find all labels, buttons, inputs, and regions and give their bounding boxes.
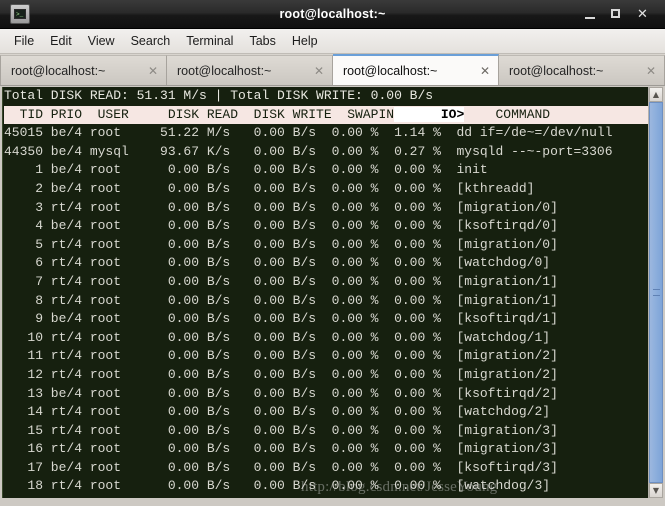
tab-close-icon[interactable]: ✕ — [480, 64, 490, 78]
table-row[interactable]: 13 be/4 root 0.00 B/s 0.00 B/s 0.00 % 0.… — [4, 385, 648, 404]
terminal-icon: >_ — [10, 4, 30, 24]
maximize-button[interactable] — [610, 8, 623, 21]
table-row[interactable]: 18 rt/4 root 0.00 B/s 0.00 B/s 0.00 % 0.… — [4, 477, 648, 496]
tabbar: root@localhost:~ ✕ root@localhost:~ ✕ ro… — [0, 54, 665, 86]
table-row[interactable]: 6 rt/4 root 0.00 B/s 0.00 B/s 0.00 % 0.0… — [4, 254, 648, 273]
minimize-button[interactable] — [584, 8, 597, 21]
table-row[interactable]: 17 be/4 root 0.00 B/s 0.00 B/s 0.00 % 0.… — [4, 459, 648, 478]
tab-2[interactable]: root@localhost:~ ✕ — [167, 55, 333, 85]
menu-tabs[interactable]: Tabs — [241, 32, 283, 50]
menu-search[interactable]: Search — [123, 32, 179, 50]
table-row[interactable]: 1 be/4 root 0.00 B/s 0.00 B/s 0.00 % 0.0… — [4, 161, 648, 180]
table-row[interactable]: 7 rt/4 root 0.00 B/s 0.00 B/s 0.00 % 0.0… — [4, 273, 648, 292]
tab-3[interactable]: root@localhost:~ ✕ — [333, 54, 499, 85]
tab-close-icon[interactable]: ✕ — [646, 64, 656, 78]
iotop-process-list: 45015 be/4 root 51.22 M/s 0.00 B/s 0.00 … — [4, 124, 648, 498]
table-row[interactable]: 9 be/4 root 0.00 B/s 0.00 B/s 0.00 % 0.0… — [4, 310, 648, 329]
tab-close-icon[interactable]: ✕ — [314, 64, 324, 78]
menu-file[interactable]: File — [6, 32, 42, 50]
scrollbar-grip — [652, 289, 660, 296]
close-icon[interactable]: ✕ — [636, 8, 649, 21]
tab-label: root@localhost:~ — [343, 63, 438, 78]
terminal-output[interactable]: Total DISK READ: 51.31 M/s | Total DISK … — [2, 87, 648, 498]
table-row[interactable]: 5 rt/4 root 0.00 B/s 0.00 B/s 0.00 % 0.0… — [4, 236, 648, 255]
table-row[interactable]: 10 rt/4 root 0.00 B/s 0.00 B/s 0.00 % 0.… — [4, 329, 648, 348]
terminal-window: >_ root@localhost:~ ✕ File Edit View Sea… — [0, 0, 665, 506]
window-title: root@localhost:~ — [279, 7, 386, 21]
table-row[interactable]: 2 be/4 root 0.00 B/s 0.00 B/s 0.00 % 0.0… — [4, 180, 648, 199]
table-row[interactable]: 12 rt/4 root 0.00 B/s 0.00 B/s 0.00 % 0.… — [4, 366, 648, 385]
scrollbar-track[interactable] — [649, 102, 663, 483]
tab-label: root@localhost:~ — [177, 63, 272, 78]
terminal-area: Total DISK READ: 51.31 M/s | Total DISK … — [0, 86, 665, 501]
menu-view[interactable]: View — [80, 32, 123, 50]
table-row[interactable]: 11 rt/4 root 0.00 B/s 0.00 B/s 0.00 % 0.… — [4, 347, 648, 366]
iotop-column-header[interactable]: TID PRIO USER DISK READ DISK WRITE SWAPI… — [4, 105, 648, 125]
table-row[interactable]: 44350 be/4 mysql 93.67 K/s 0.00 B/s 0.00… — [4, 143, 648, 162]
table-row[interactable]: 16 rt/4 root 0.00 B/s 0.00 B/s 0.00 % 0.… — [4, 440, 648, 459]
table-row[interactable]: 15 rt/4 root 0.00 B/s 0.00 B/s 0.00 % 0.… — [4, 422, 648, 441]
scrollbar-thumb[interactable] — [649, 102, 663, 483]
scroll-down-button[interactable]: ▼ — [649, 483, 663, 498]
tab-close-icon[interactable]: ✕ — [148, 64, 158, 78]
table-row[interactable]: 19 be/4 root 0.00 B/s 0.00 B/s 0.00 % 0.… — [4, 496, 648, 498]
titlebar: >_ root@localhost:~ ✕ — [0, 0, 665, 29]
tab-1[interactable]: root@localhost:~ ✕ — [0, 55, 167, 85]
table-row[interactable]: 14 rt/4 root 0.00 B/s 0.00 B/s 0.00 % 0.… — [4, 403, 648, 422]
window-controls: ✕ — [584, 8, 659, 21]
tab-label: root@localhost:~ — [509, 63, 604, 78]
iotop-status-line: Total DISK READ: 51.31 M/s | Total DISK … — [4, 88, 434, 103]
menu-terminal[interactable]: Terminal — [178, 32, 241, 50]
tab-label: root@localhost:~ — [11, 63, 106, 78]
tab-4[interactable]: root@localhost:~ ✕ — [499, 55, 665, 85]
table-row[interactable]: 8 rt/4 root 0.00 B/s 0.00 B/s 0.00 % 0.0… — [4, 292, 648, 311]
menu-edit[interactable]: Edit — [42, 32, 80, 50]
table-row[interactable]: 45015 be/4 root 51.22 M/s 0.00 B/s 0.00 … — [4, 124, 648, 143]
menu-help[interactable]: Help — [284, 32, 326, 50]
table-row[interactable]: 3 rt/4 root 0.00 B/s 0.00 B/s 0.00 % 0.0… — [4, 199, 648, 218]
sort-column-indicator[interactable]: IO> — [394, 106, 465, 122]
terminal-scrollbar[interactable]: ▲ ▼ — [648, 87, 663, 498]
scroll-up-button[interactable]: ▲ — [649, 87, 663, 102]
menubar: File Edit View Search Terminal Tabs Help — [0, 29, 665, 54]
statusbar — [0, 501, 665, 506]
table-row[interactable]: 4 be/4 root 0.00 B/s 0.00 B/s 0.00 % 0.0… — [4, 217, 648, 236]
